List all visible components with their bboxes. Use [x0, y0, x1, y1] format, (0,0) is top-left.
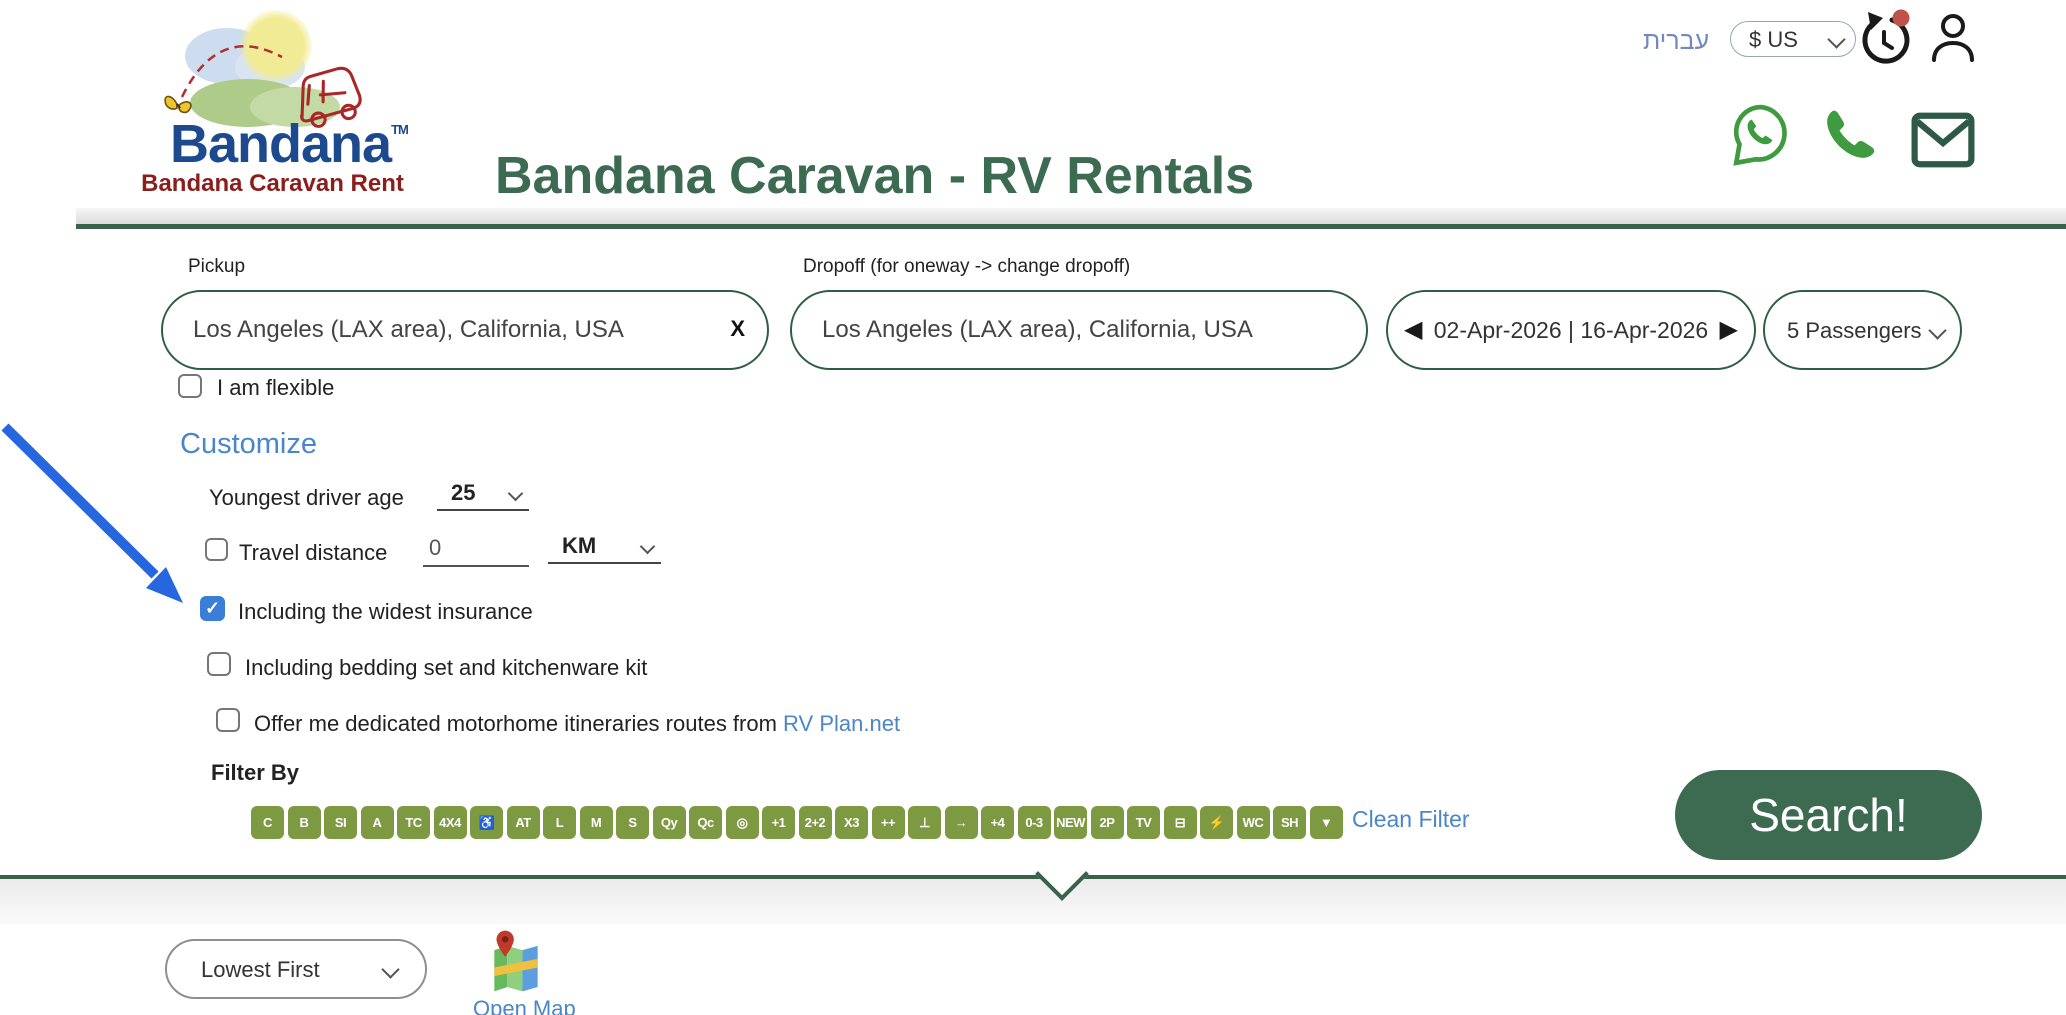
phone-icon[interactable]: [1822, 105, 1880, 168]
site-logo[interactable]: BandanaTM Bandana Caravan Rent: [140, 5, 405, 205]
filter-icon-motorhome-medium[interactable]: M: [580, 806, 613, 839]
filter-icon-motorhome-large[interactable]: L: [543, 806, 576, 839]
filter-icon-baby-seat[interactable]: 0-3: [1018, 806, 1051, 839]
bedding-kit-label[interactable]: Including bedding set and kitchenware ki…: [245, 655, 647, 681]
open-map-link[interactable]: Open Map: [473, 996, 576, 1015]
date-next-icon[interactable]: ▶: [1720, 318, 1738, 342]
filter-icon-tv[interactable]: TV: [1127, 806, 1160, 839]
filter-icon-bed[interactable]: ⊟: [1164, 806, 1197, 839]
flexible-label[interactable]: I am flexible: [217, 375, 334, 401]
filter-icon-class-b[interactable]: B: [288, 806, 321, 839]
filter-icon-quality-y[interactable]: Qy: [653, 806, 686, 839]
filter-icon-extra-person[interactable]: +1: [762, 806, 795, 839]
bedding-kit-checkbox[interactable]: [207, 652, 231, 676]
filter-icon-shower[interactable]: SH: [1273, 806, 1306, 839]
insurance-checkbox[interactable]: [200, 596, 225, 621]
header-divider-band: [76, 208, 2066, 229]
language-link-hebrew[interactable]: עברית: [1643, 27, 1709, 56]
filter-icon-one-way[interactable]: →: [945, 806, 978, 839]
pickup-label: Pickup: [188, 256, 245, 278]
itineraries-checkbox[interactable]: [216, 708, 240, 732]
filter-icon-sleeps-3[interactable]: X3: [835, 806, 868, 839]
search-button[interactable]: Search!: [1675, 770, 1982, 860]
filter-icon-seats-2-plus-2[interactable]: 2+2: [799, 806, 832, 839]
history-icon[interactable]: [1858, 8, 1910, 69]
filter-icon-van-arrow[interactable]: ▼: [1310, 806, 1343, 839]
filter-icon-class-a[interactable]: A: [361, 806, 394, 839]
itineraries-label[interactable]: Offer me dedicated motorhome itineraries…: [254, 711, 900, 737]
filter-icon-seats-plus-4[interactable]: +4: [981, 806, 1014, 839]
filter-icon-toilet[interactable]: WC: [1237, 806, 1270, 839]
itineraries-label-text: Offer me dedicated motorhome itineraries…: [254, 711, 783, 736]
customize-link[interactable]: Customize: [180, 428, 317, 461]
flexible-checkbox[interactable]: [178, 374, 202, 398]
pickup-input[interactable]: [163, 292, 767, 368]
filter-icon-family-plus[interactable]: ++: [872, 806, 905, 839]
currency-select-pill[interactable]: $ US: [1730, 21, 1856, 57]
driver-age-select[interactable]: 25: [437, 480, 529, 509]
driver-age-label: Youngest driver age: [209, 485, 404, 511]
filter-icon-quality-c[interactable]: Qc: [689, 806, 722, 839]
dropoff-label: Dropoff (for oneway -> change dropoff): [803, 256, 1130, 278]
filter-icon-two-people[interactable]: 2P: [1091, 806, 1124, 839]
rv-plan-link[interactable]: RV Plan.net: [783, 711, 900, 736]
date-range-field[interactable]: ◀ 02-Apr-2026 | 16-Apr-2026 ▶: [1386, 290, 1756, 370]
open-map-icon[interactable]: [490, 928, 542, 999]
dropoff-field: [790, 290, 1368, 370]
filter-icons-row: CBSIATC4X4♿ATLMSQyQc◎+12+2X3++⊥→+40-3NEW…: [251, 806, 1343, 839]
annotation-arrow: [0, 413, 195, 608]
travel-distance-label[interactable]: Travel distance: [239, 540, 387, 566]
travel-distance-input[interactable]: [423, 535, 529, 567]
email-icon[interactable]: [1911, 112, 1975, 173]
filter-icon-wheelchair-accessible[interactable]: ♿: [470, 806, 503, 839]
form-bottom-band: [0, 875, 2066, 924]
travel-distance-checkbox[interactable]: [205, 538, 228, 561]
clean-filter-link[interactable]: Clean Filter: [1352, 806, 1470, 833]
filter-icon-awning[interactable]: ⊥: [908, 806, 941, 839]
insurance-label[interactable]: Including the widest insurance: [238, 599, 533, 625]
driver-age-field: 25: [437, 480, 529, 511]
trademark-symbol: TM: [391, 122, 408, 137]
filter-icon-power[interactable]: ⚡: [1200, 806, 1233, 839]
filter-icon-truck-camper[interactable]: TC: [397, 806, 430, 839]
sort-order-select[interactable]: Lowest First: [167, 941, 425, 997]
passengers-select[interactable]: 5 Passengers: [1765, 292, 1960, 368]
clear-pickup-button[interactable]: X: [730, 316, 745, 342]
pickup-field: X: [161, 290, 769, 370]
filter-by-label: Filter By: [211, 760, 299, 786]
whatsapp-icon[interactable]: [1732, 104, 1790, 173]
account-icon[interactable]: [1929, 12, 1977, 69]
filter-icon-class-c[interactable]: C: [251, 806, 284, 839]
logo-subtitle: Bandana Caravan Rent: [140, 170, 405, 198]
filter-icon-automatic-transmission[interactable]: AT: [507, 806, 540, 839]
page: BandanaTM Bandana Caravan Rent Bandana C…: [0, 0, 2066, 1015]
distance-unit-select[interactable]: KM: [548, 533, 661, 562]
filter-icon-new-vehicle[interactable]: NEW: [1054, 806, 1087, 839]
currency-select[interactable]: $ US: [1731, 22, 1855, 56]
filter-icon-compass[interactable]: ◎: [726, 806, 759, 839]
passengers-field: 5 Passengers: [1763, 290, 1962, 370]
filter-icon-four-by-four[interactable]: 4X4: [434, 806, 467, 839]
date-prev-icon[interactable]: ◀: [1404, 318, 1422, 342]
filter-icon-semi-integrated[interactable]: SI: [324, 806, 357, 839]
logo-brand-text: BandanaTM: [170, 113, 408, 175]
sort-order-field: Lowest First: [165, 939, 427, 999]
search-button-label: Search!: [1749, 788, 1908, 842]
dropoff-input[interactable]: [792, 292, 1366, 368]
page-title: Bandana Caravan - RV Rentals: [495, 146, 1254, 206]
distance-unit-field: KM: [548, 533, 661, 564]
filter-icon-motorhome-small[interactable]: S: [616, 806, 649, 839]
date-range-value[interactable]: 02-Apr-2026 | 16-Apr-2026: [1434, 317, 1708, 344]
